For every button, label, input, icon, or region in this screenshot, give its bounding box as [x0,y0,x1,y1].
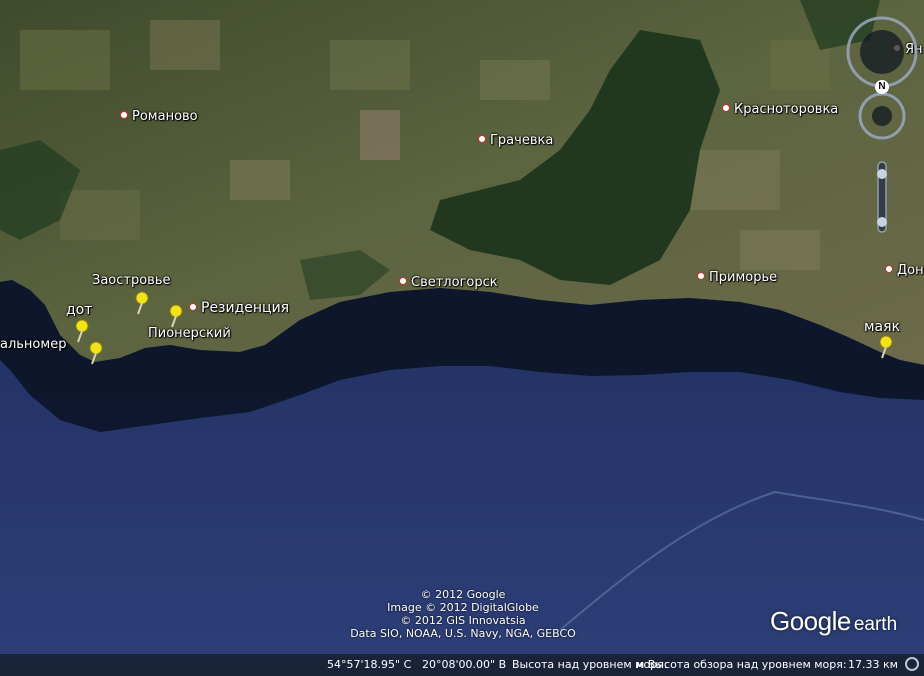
latitude-readout: 54°57'18.95" С [327,658,412,671]
place-dot-icon [120,111,128,119]
navigation-controls: N [842,12,924,252]
pushpin-icon[interactable] [876,334,896,360]
logo-google: Google [770,606,851,636]
place-dot-icon [399,277,407,285]
look-joystick-icon[interactable] [860,30,904,74]
place-zaostrovye[interactable]: Заостровье [92,273,171,289]
eye-altitude-value: 17.33 км [848,658,898,671]
place-label: Светлогорск [411,275,498,290]
place-grachevka[interactable]: Грачевка [478,133,553,149]
pushpin-icon[interactable] [86,340,106,366]
place-don[interactable]: Дон [885,263,924,279]
place-label: Грачевка [490,133,554,148]
placemark-label-residence[interactable]: Резиденция [189,300,289,316]
placemark-label: Резиденция [201,300,290,316]
place-romanovo[interactable]: Романово [120,109,198,125]
place-dot-icon [722,104,730,112]
north-indicator[interactable]: N [875,80,889,94]
google-earth-logo: Google earth [770,606,897,637]
eye-altitude-label: м Высота обзора над уровнем моря: [636,658,847,671]
move-joystick-icon[interactable] [872,106,892,126]
place-label: Пионерский [148,326,231,341]
place-label: альномер [0,337,67,352]
zoom-out-icon[interactable] [877,217,887,227]
place-dot-icon [885,265,893,273]
credit-line: © 2012 GIS Innovatsia [400,614,526,627]
credit-line: Data SIO, NOAA, U.S. Navy, NGA, GEBCO [350,627,576,640]
place-dot-icon [189,303,197,311]
place-krasnotorovka[interactable]: Красноторовка [722,102,838,118]
streaming-status-icon [905,657,919,671]
place-label: Приморье [709,270,778,285]
imagery-credits: © 2012 Google Image © 2012 DigitalGlobe … [300,588,626,640]
place-pionersky[interactable]: Пионерский [148,326,231,342]
place-label: Заостровье [92,273,171,288]
place-primorye[interactable]: Приморье [697,270,777,286]
status-bar: 54°57'18.95" С 20°08'00.00" В Высота над… [0,654,924,676]
pushpin-icon[interactable] [166,303,186,329]
place-svetlogorsk[interactable]: Светлогорск [399,275,498,291]
pushpin-icon[interactable] [132,290,152,316]
credit-line: Image © 2012 DigitalGlobe [387,601,539,614]
place-dot-icon [697,272,705,280]
place-filino[interactable]: альномер [0,337,66,353]
place-label: Романово [132,109,198,124]
place-label: Дон [897,263,924,278]
placemark-label-dot[interactable]: дот [66,302,92,318]
zoom-in-icon[interactable] [877,169,887,179]
placemark-label-mayak[interactable]: маяк [864,319,900,335]
credit-line: © 2012 Google [420,588,506,601]
place-dot-icon [478,135,486,143]
place-label: Красноторовка [734,102,839,117]
logo-earth: earth [853,614,898,635]
longitude-readout: 20°08'00.00" В [422,658,507,671]
nav-control-graphic [846,16,918,233]
